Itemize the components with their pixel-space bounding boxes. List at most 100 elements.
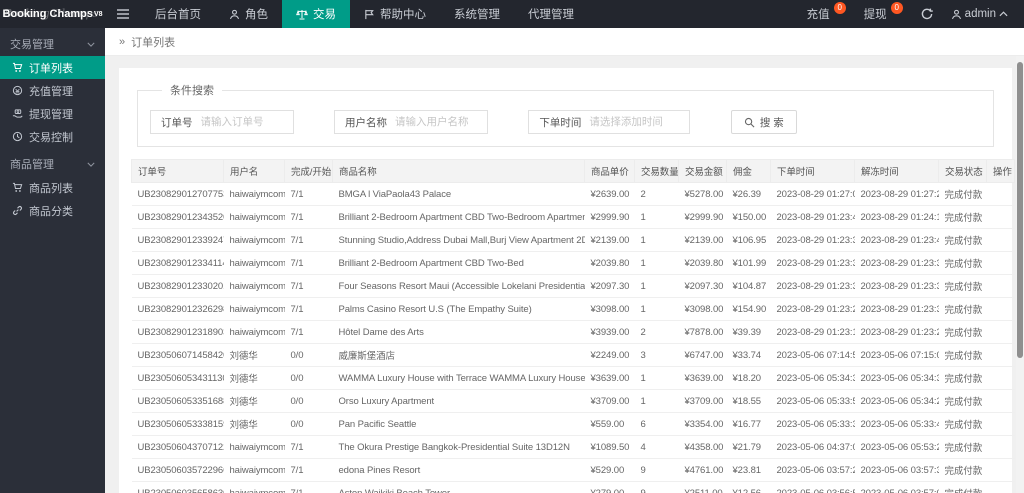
cell: ¥2139.00 [584, 228, 635, 252]
username: admin [964, 8, 996, 20]
nav-label: 代理管理 [528, 9, 574, 21]
table-header-row: 订单号 用户名 完成/开始 商品名称 商品单价 交易数量 交易金额 佣金 下单时间 解冻时间 交易状… [131, 159, 1015, 183]
cell: 0/0 [284, 412, 333, 436]
column-header: 操作 [986, 159, 1015, 183]
sidebar-item-label: 商品列表 [29, 182, 73, 195]
cell: 2023-05-06 05:33:38 [770, 412, 855, 436]
cell-actions [986, 205, 1015, 229]
user-menu[interactable]: admin [951, 8, 1008, 20]
cell: 2023-05-06 03:57:03 [854, 481, 939, 493]
cell: haiwaiymcom [223, 458, 285, 482]
cell-actions [986, 251, 1015, 275]
cell: ¥4358.00 [678, 435, 727, 459]
cell: 3 [634, 343, 679, 367]
cell: Hôtel Dame des Arts [332, 320, 585, 344]
breadcrumb-label: 订单列表 [131, 36, 176, 49]
cell: ¥5278.00 [678, 182, 727, 206]
app-logo: Booking Champs Booking Champs V8 [0, 0, 105, 28]
nav-item-system[interactable]: 系统管理 [440, 0, 514, 28]
sidebar-item-label: 商品分类 [29, 205, 73, 218]
nav-item-roles[interactable]: 角色 [215, 0, 282, 28]
cell: 2023-08-29 01:27:07 [770, 182, 855, 206]
sidebar-item-withdraw[interactable]: 提现管理 [0, 102, 105, 125]
order-no-input[interactable] [200, 116, 293, 128]
cell: ¥18.55 [726, 389, 771, 413]
cell: ¥3709.00 [584, 389, 635, 413]
table-row: UB2308290123262985haiwaiymcom7/1Palms Ca… [131, 297, 1015, 321]
nav-item-help[interactable]: 帮助中心 [350, 0, 440, 28]
cell: 7/1 [284, 251, 333, 275]
cell: ¥154.90 [726, 297, 771, 321]
sidebar-item-product-list[interactable]: 商品列表 [0, 176, 105, 199]
sidebar-section-product[interactable]: 商品管理 [0, 152, 105, 176]
cell: 2023-05-06 07:14:58 [770, 343, 855, 367]
recharge-link[interactable]: 充值 0 [807, 2, 846, 22]
cell-actions [986, 297, 1015, 321]
cell: ¥559.00 [584, 412, 635, 436]
username-input[interactable] [394, 116, 487, 128]
menu-toggle-icon[interactable] [105, 0, 141, 28]
cell: 2023-05-06 03:56:58 [770, 481, 855, 493]
cell: ¥150.00 [726, 205, 771, 229]
table-row: UB2308290123435205haiwaiymcom7/1Brillian… [131, 205, 1015, 229]
cell: ¥3639.00 [584, 366, 635, 390]
recharge-badge: 0 [833, 2, 846, 14]
cell: haiwaiymcom [223, 274, 285, 298]
table-row: UB2308290123392479haiwaiymcom7/1Stunning… [131, 228, 1015, 252]
cell-actions [986, 320, 1015, 344]
cell: ¥2511.00 [678, 481, 727, 493]
cell: 完成付款 [938, 481, 987, 493]
table-row: UB2305060714584204刘德华0/0威廉斯堡酒店¥2249.003¥… [131, 343, 1015, 367]
column-header: 解冻时间 [854, 159, 939, 183]
cell-actions [986, 182, 1015, 206]
cell: Four Seasons Resort Maui (Accessible Lok… [332, 274, 585, 298]
withdraw-link[interactable]: 提现 0 [864, 2, 903, 22]
table-row: UB2308290127077536haiwaiymcom7/1BMGA l V… [131, 182, 1015, 206]
cell-actions [986, 412, 1015, 436]
table-row: UB2305060437071221haiwaiymcom7/1The Okur… [131, 435, 1015, 459]
cell: 2023-08-29 01:24:15 [854, 205, 939, 229]
nav-item-home[interactable]: 后台首页 [141, 0, 215, 28]
cell-actions [986, 343, 1015, 367]
topbar-right: 充值 0 提现 0 admin [807, 0, 1024, 28]
nav-label: 系统管理 [454, 9, 500, 21]
cell: 2023-05-06 04:37:07 [770, 435, 855, 459]
search-button[interactable]: 搜 索 [730, 110, 797, 134]
cell: 刘德华 [223, 412, 285, 436]
link-icon [12, 205, 23, 216]
sidebar-item-trade-control[interactable]: 交易控制 [0, 125, 105, 148]
cell: 9 [634, 458, 679, 482]
refresh-icon[interactable] [921, 8, 933, 20]
sidebar-item-recharge[interactable]: 充值管理 [0, 79, 105, 102]
cell: Brilliant 2-Bedroom Apartment CBD Two-Be… [332, 251, 585, 275]
cell: 完成付款 [938, 389, 987, 413]
sidebar-item-product-category[interactable]: 商品分类 [0, 199, 105, 222]
sidebar: 交易管理 订单列表 充值管理 提现管理 交易控制 商品管理 商品列表 商品分类 [0, 28, 105, 493]
cell: 1 [634, 297, 679, 321]
cell: UB2308290123302018 [131, 274, 224, 298]
sidebar-section-trade[interactable]: 交易管理 [0, 32, 105, 56]
column-header: 商品单价 [584, 159, 635, 183]
cell: ¥529.00 [584, 458, 635, 482]
scrollbar-thumb[interactable] [1017, 62, 1023, 358]
nav-item-trade[interactable]: 交易 [282, 0, 350, 28]
cell: haiwaiymcom [223, 320, 285, 344]
cart-icon [12, 62, 23, 73]
cell: 刘德华 [223, 343, 285, 367]
column-header: 交易状态 [938, 159, 987, 183]
sidebar-item-order-list[interactable]: 订单列表 [0, 56, 105, 79]
cell: UB2305060357229663 [131, 458, 224, 482]
nav-item-agent[interactable]: 代理管理 [514, 0, 588, 28]
cell: 完成付款 [938, 366, 987, 390]
cell: 2 [634, 320, 679, 344]
table-row: UB2308290123189030haiwaiymcom7/1Hôtel Da… [131, 320, 1015, 344]
cell: BMGA l ViaPaola43 Palace [332, 182, 585, 206]
cell: 1 [634, 274, 679, 298]
cell: ¥16.77 [726, 412, 771, 436]
order-time-input[interactable] [589, 116, 690, 128]
cell: UB2305060534311307 [131, 366, 224, 390]
cell: Pan Pacific Seattle [332, 412, 585, 436]
table-row: UB2308290123341141 haiwaiymcom 7/1 Brillian… [131, 251, 1015, 275]
cell: 2023-05-06 05:34:20 [854, 389, 939, 413]
cell: ¥18.20 [726, 366, 771, 390]
